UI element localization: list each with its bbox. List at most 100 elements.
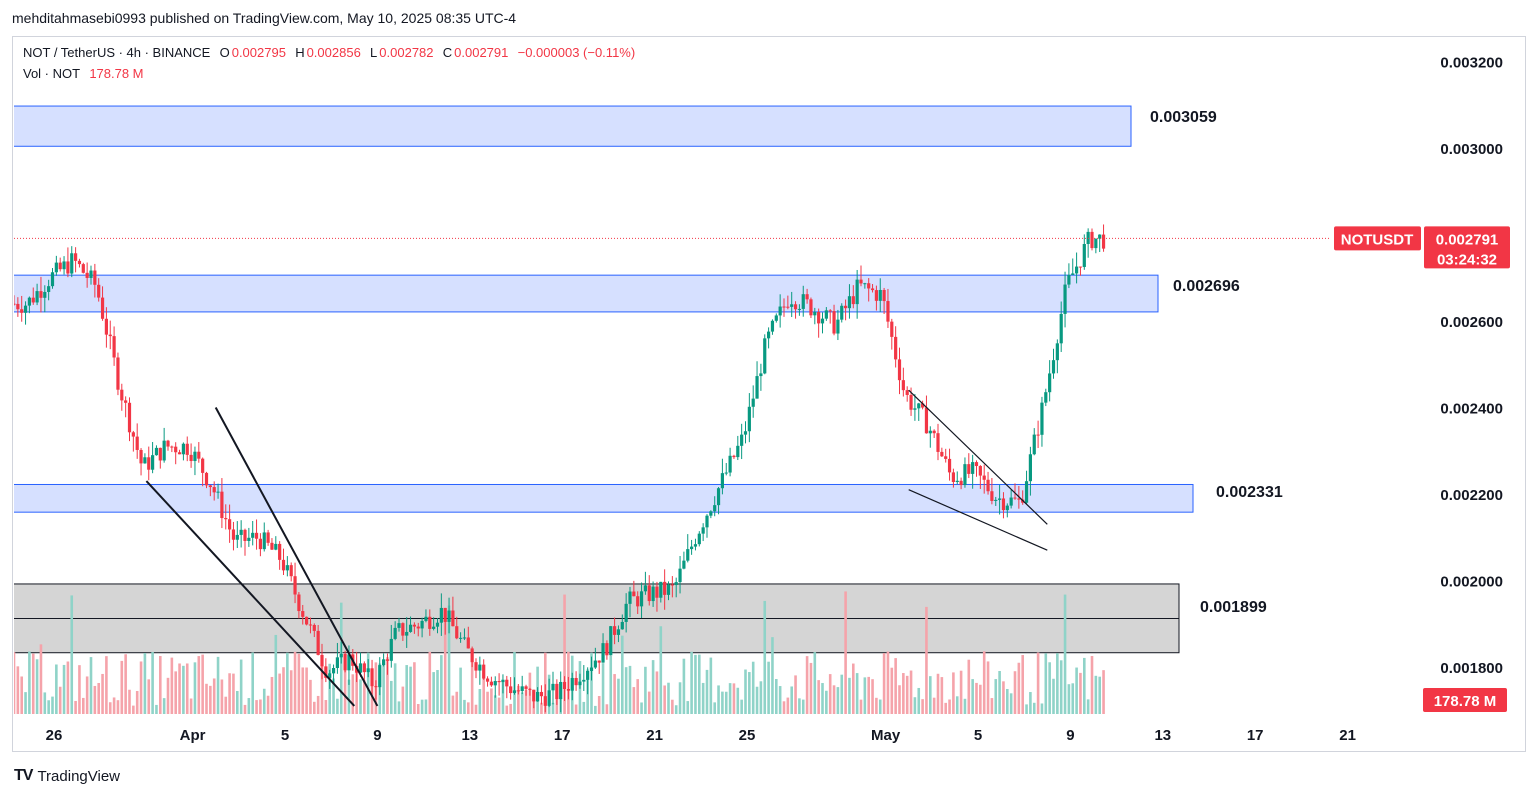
candle-body: [428, 616, 432, 629]
candle-body: [366, 668, 370, 673]
volume-bar: [671, 699, 674, 714]
volume-bar: [351, 674, 355, 714]
volume-bar: [1098, 676, 1101, 714]
candle-body: [235, 534, 239, 540]
volume-bar: [108, 702, 112, 714]
volume-bar: [493, 695, 497, 714]
candle-body: [485, 678, 490, 682]
volume-bar: [674, 705, 678, 714]
candle-body: [736, 445, 740, 458]
candle-body: [986, 479, 990, 492]
volume-bar: [952, 672, 955, 714]
volume-bar: [817, 680, 820, 714]
volume-bar: [878, 699, 882, 714]
footer: TV TradingView: [14, 767, 120, 785]
candle-body: [944, 456, 948, 459]
candle-body: [670, 584, 674, 586]
volume-bar: [236, 691, 239, 714]
candle-body: [378, 665, 382, 688]
volume-bar: [721, 691, 724, 714]
candle-body: [586, 670, 590, 680]
candle-body: [724, 472, 728, 474]
candle-body: [809, 299, 813, 316]
volume-bar: [1063, 594, 1067, 714]
volume-bar: [259, 699, 262, 714]
volume-bar: [925, 606, 928, 714]
candle-body: [1013, 497, 1017, 499]
volume-bar: [1025, 704, 1028, 714]
candle-body: [882, 289, 886, 302]
candle-body: [27, 297, 31, 306]
candle-body: [220, 491, 224, 519]
volume-bar: [759, 681, 763, 714]
candle-body: [482, 664, 486, 679]
volume-bar: [886, 651, 890, 714]
candle-body: [297, 594, 301, 612]
volume-bar: [613, 674, 616, 714]
volume-bar: [875, 697, 878, 714]
candle-body: [439, 607, 443, 623]
candle-body: [697, 533, 701, 545]
zone-price-label: 0.001899: [1200, 599, 1267, 616]
candle-body: [616, 629, 621, 635]
volume-bar: [147, 679, 151, 714]
x-axis-tick-label: 25: [739, 727, 756, 744]
volume-bar: [1021, 655, 1024, 714]
volume-bar: [1056, 653, 1059, 714]
candle-body: [247, 537, 251, 541]
candle-body: [293, 576, 297, 595]
candle-body: [663, 581, 667, 595]
volume-bar: [112, 697, 116, 714]
volume-bar: [990, 698, 994, 714]
candle-body: [154, 447, 159, 456]
footer-brand[interactable]: TradingView: [37, 768, 120, 785]
volume-bar: [139, 661, 143, 714]
volume-bar: [20, 676, 23, 714]
candle-body: [524, 686, 528, 689]
candle-body: [797, 308, 801, 310]
volume-bar: [601, 663, 605, 714]
volume-bar: [909, 670, 913, 714]
volume-bar: [790, 686, 793, 714]
volume-bar: [825, 690, 828, 714]
volume-bar: [62, 664, 66, 714]
candle-body: [470, 648, 474, 663]
volume-bar: [401, 686, 405, 714]
candle-body: [897, 359, 902, 381]
candle-body: [308, 624, 313, 626]
candle-body: [162, 440, 166, 461]
volume-bar: [243, 704, 247, 714]
price-chart[interactable]: 0.003059 0.002696 0.002331 0.001899 0.003200…: [0, 0, 1539, 798]
volume-bar: [855, 673, 859, 714]
candle-body: [50, 272, 55, 287]
volume-bar: [852, 663, 855, 714]
candle-body: [947, 458, 952, 473]
candle-body: [228, 519, 232, 530]
volume-bar: [170, 657, 174, 714]
volume-bar: [486, 691, 489, 714]
x-axis-tick-label: Apr: [180, 727, 206, 744]
volume-bar: [651, 660, 655, 714]
volume-bar: [898, 685, 901, 714]
candle-body: [177, 452, 182, 455]
plot-area: [14, 105, 1194, 714]
candle-body: [928, 430, 932, 434]
candle-body: [104, 318, 108, 335]
volume-bar: [120, 660, 124, 714]
volume-bar: [932, 697, 936, 714]
volume-bar: [274, 634, 278, 714]
candle-body: [747, 406, 751, 432]
candle-body: [301, 611, 305, 617]
candle-body: [501, 679, 505, 683]
candle-body: [170, 446, 174, 448]
volume-bar: [805, 656, 809, 714]
volume-bar: [47, 700, 50, 714]
volume-bar: [871, 679, 874, 714]
candle-body: [1036, 434, 1040, 436]
candle-body: [851, 296, 855, 305]
candle-body: [158, 447, 162, 461]
candle-body: [547, 690, 551, 706]
volume-bar: [913, 697, 917, 714]
volume-bar: [621, 635, 624, 714]
volume-bar: [262, 688, 266, 714]
